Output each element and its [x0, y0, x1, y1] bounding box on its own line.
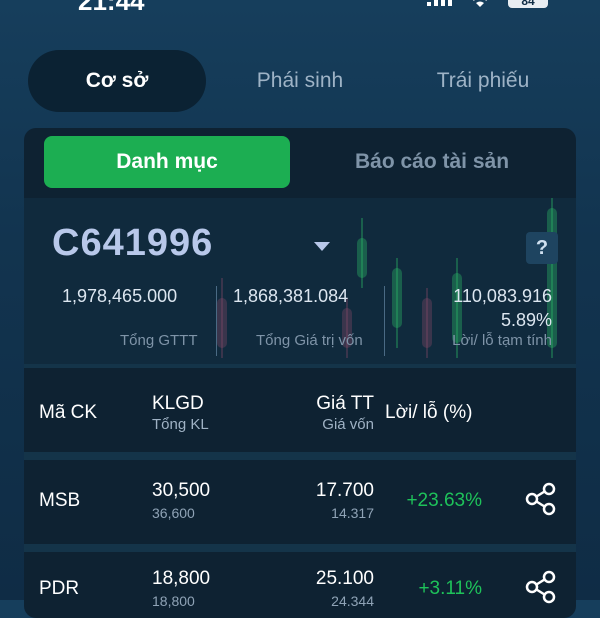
- row-symbol: PDR: [39, 578, 80, 599]
- header-volume[interactable]: KLGD: [152, 393, 204, 415]
- row-cost: 24.344: [331, 593, 374, 609]
- wifi-icon: [473, 0, 487, 7]
- row-volume: 30,500: [152, 480, 211, 501]
- row-divider: [24, 452, 576, 460]
- header-price[interactable]: Giá TT: [316, 393, 374, 415]
- divider: [216, 286, 217, 356]
- tab-bao-cao-tai-san[interactable]: Báo cáo tài sản: [304, 136, 560, 188]
- row-cost: 14.317: [331, 505, 374, 521]
- row-pnl: +23.63%: [406, 490, 482, 511]
- table-row[interactable]: MSB 30,500 36,600 17.700 14.317 +23.63%: [24, 460, 576, 544]
- row-total-volume: 36,600: [152, 505, 195, 521]
- row-divider: [24, 544, 576, 552]
- pnl-percent: 5.89%: [500, 310, 552, 330]
- pnl-value: 110,083.916: [453, 286, 552, 306]
- row-pnl: +3.11%: [418, 578, 482, 599]
- cost-value: 1,868,381.084: [233, 286, 349, 306]
- row-total-volume: 18,800: [152, 593, 195, 609]
- share-icon[interactable]: [524, 570, 558, 604]
- cost-value-label: Tổng Giá trị vốn: [256, 332, 363, 349]
- account-summary: C641996 ? 1,978,465.000 Tổng GTTT 1,868,…: [24, 198, 576, 364]
- header-price-sub: Giá vốn: [322, 416, 374, 433]
- market-value: 1,978,465.000: [62, 286, 178, 306]
- row-symbol: MSB: [39, 490, 81, 511]
- row-price: 17.700: [315, 480, 374, 501]
- tab-phai-sinh[interactable]: Phái sinh: [212, 50, 388, 112]
- row-price: 25.100: [315, 568, 374, 589]
- row-volume: 18,800: [152, 568, 211, 589]
- market-value-label: Tổng GTTT: [120, 332, 198, 349]
- share-icon[interactable]: [524, 482, 558, 516]
- signal-icon: [427, 0, 452, 6]
- status-icons: 84: [427, 0, 548, 8]
- battery-icon: 84: [508, 0, 548, 8]
- header-volume-sub: Tổng KL: [152, 416, 209, 433]
- divider: [384, 286, 385, 356]
- table-row[interactable]: PDR 18,800 18,800 25.100 24.344 +3.11%: [24, 552, 576, 618]
- tab-trai-phieu[interactable]: Trái phiếu: [392, 50, 574, 112]
- tab-co-so[interactable]: Cơ sở: [28, 50, 206, 112]
- tab-danh-muc[interactable]: Danh mục: [44, 136, 290, 188]
- divider: [24, 364, 576, 368]
- help-icon[interactable]: ?: [526, 232, 558, 264]
- account-id[interactable]: C641996: [52, 222, 213, 265]
- portfolio-card: Danh mục Báo cáo tài sản C641996 ? 1,978…: [24, 128, 576, 618]
- header-pnl[interactable]: Lời/ lỗ (%): [385, 402, 472, 424]
- header-symbol[interactable]: Mã CK: [39, 402, 97, 424]
- pnl-label: Lời/ lỗ tạm tính: [452, 332, 552, 349]
- status-time: 21:44: [78, 0, 145, 16]
- caret-down-icon[interactable]: [314, 242, 330, 251]
